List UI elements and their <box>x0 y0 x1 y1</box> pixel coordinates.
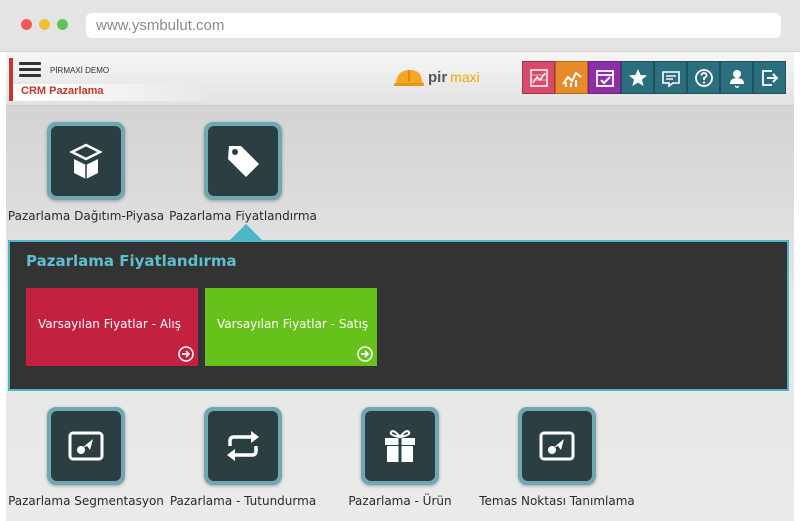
arrow-circle-right-icon <box>357 346 373 362</box>
tile-icon-frame <box>47 122 125 200</box>
browser-chrome: www.ysmbulut.com <box>0 0 800 52</box>
tile-label: Pazarlama Fiyatlandırma <box>169 209 317 223</box>
tile-icon-frame <box>518 407 596 485</box>
tile-label: Pazarlama - Tutundurma <box>169 494 317 508</box>
chart-icon <box>529 68 548 87</box>
target-screen-icon <box>68 431 104 461</box>
repeat-icon <box>227 431 259 461</box>
panel-pointer <box>229 224 263 241</box>
close-window-button[interactable] <box>21 19 32 30</box>
tile-pazarlama-tutundurma[interactable]: Pazarlama - Tutundurma <box>163 407 323 508</box>
tile-icon-frame <box>204 122 282 200</box>
sub-tile-label: Varsayılan Fiyatlar - Satış <box>217 317 369 331</box>
box-icon <box>69 143 103 179</box>
tile-pazarlama-dagitim-piyasa[interactable]: Pazarlama Dağıtım-Piyasa <box>6 122 166 223</box>
tag-icon <box>228 146 259 177</box>
arrow-circle-right-icon <box>178 346 194 362</box>
panel-title: Pazarlama Fiyatlandırma <box>26 252 237 270</box>
sub-tile-label: Varsayılan Fiyatlar - Alış <box>38 317 181 331</box>
reports-button[interactable] <box>522 61 555 94</box>
logout-button[interactable] <box>753 61 786 94</box>
trend-icon <box>561 70 582 87</box>
analytics-button[interactable] <box>555 61 588 94</box>
app-logo: pir maxi <box>394 62 480 92</box>
help-icon <box>694 68 713 87</box>
user-button[interactable] <box>720 61 753 94</box>
calendar-check-icon <box>595 69 614 87</box>
message-icon <box>661 70 680 88</box>
app-window: PİRMAXİ DEMO CRM Pazarlama pir maxi Paza… <box>6 52 794 521</box>
calendar-button[interactable] <box>588 61 621 94</box>
module-name: CRM Pazarlama <box>21 85 104 97</box>
address-bar[interactable]: www.ysmbulut.com <box>86 13 781 38</box>
messages-button[interactable] <box>654 61 687 94</box>
hamburger-icon <box>19 62 41 84</box>
tile-label: Temas Noktası Tanımlama <box>479 494 635 508</box>
tile-pazarlama-segmentasyon[interactable]: Pazarlama Segmentasyon <box>6 407 166 508</box>
tile-pazarlama-fiyatlandirma[interactable]: Pazarlama Fiyatlandırma <box>163 122 323 223</box>
toolbar <box>522 61 786 94</box>
tile-icon-frame <box>47 407 125 485</box>
tile-icon-frame <box>361 407 439 485</box>
tile-label: Pazarlama Segmentasyon <box>8 494 164 508</box>
submenu-panel: Pazarlama Fiyatlandırma Varsayılan Fiyat… <box>8 240 789 391</box>
tile-pazarlama-urun[interactable]: Pazarlama - Ürün <box>320 407 480 508</box>
helmet-icon <box>394 70 424 86</box>
minimize-window-button[interactable] <box>39 19 50 30</box>
favorites-button[interactable] <box>621 61 654 94</box>
target-screen-icon <box>539 431 575 461</box>
gift-icon <box>385 430 415 462</box>
tile-temas-noktasi-tanimlama[interactable]: Temas Noktası Tanımlama <box>477 407 637 508</box>
tile-label: Pazarlama Dağıtım-Piyasa <box>7 209 165 223</box>
tile-icon-frame <box>204 407 282 485</box>
logo-text-pir: pir <box>428 68 448 86</box>
tile-label: Pazarlama - Ürün <box>348 494 452 508</box>
module-bar[interactable]: CRM Pazarlama <box>9 84 205 101</box>
star-icon <box>628 68 647 86</box>
varsayilan-fiyatlar-satis-button[interactable]: Varsayılan Fiyatlar - Satış <box>205 288 377 366</box>
logout-icon <box>761 69 778 86</box>
help-button[interactable] <box>687 61 720 94</box>
logo-text-maxi: maxi <box>450 69 480 85</box>
user-icon <box>729 69 744 88</box>
company-name: PİRMAXİ DEMO <box>50 66 110 75</box>
maximize-window-button[interactable] <box>57 19 68 30</box>
app-header: PİRMAXİ DEMO CRM Pazarlama pir maxi <box>6 52 794 106</box>
varsayilan-fiyatlar-alis-button[interactable]: Varsayılan Fiyatlar - Alış <box>26 288 198 366</box>
